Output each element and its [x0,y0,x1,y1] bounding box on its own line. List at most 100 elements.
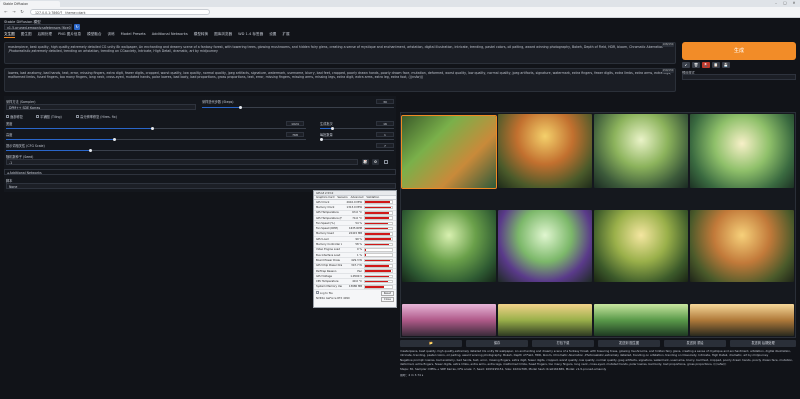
tab-item[interactable]: 模型融合 [87,32,101,38]
minimize-icon[interactable]: – [772,1,780,6]
prompt-input[interactable]: masterpiece, best quality, high quality,… [4,42,676,64]
batch-count-slider[interactable] [331,127,334,130]
monitor-tab[interactable]: Sensors [337,196,347,199]
generate-button[interactable]: 生成 [682,42,796,60]
sensor-value: 1.0500 V [350,274,362,278]
batch-size-input[interactable]: 1 [376,132,394,137]
info-negative: Negative prompt: lowres, bad anatomy, ba… [400,359,793,366]
sensor-value: 54 % [355,221,362,225]
monitor-close-button[interactable]: Close [380,297,394,303]
sensor-graph [364,269,393,273]
gallery-image[interactable] [594,210,688,282]
open-folder-button[interactable]: 📂 [400,340,462,347]
steps-slider[interactable] [239,106,242,109]
sensor-graph [364,285,393,289]
extra-networks-icon[interactable]: 🎴 [702,62,710,68]
gallery-image[interactable] [690,114,794,188]
address-bar[interactable]: 127.0.0.1:7860/?__theme=dark [30,9,210,15]
sensor-graph [364,210,393,215]
script-select[interactable]: None [6,183,396,189]
extra-seed-checkbox[interactable] [384,160,388,164]
tab-item[interactable]: 图库浏览器 [214,32,232,38]
gallery-image[interactable] [402,304,496,336]
maximize-icon[interactable]: □ [781,1,789,6]
cfg-slider[interactable] [89,149,92,152]
send-to-inpaint-button[interactable]: 发送到 重绘 [664,340,726,347]
negative-prompt-input[interactable]: lowres, bad anatomy, bad hands, text, er… [4,68,676,92]
log-to-file-label[interactable]: Log to file [320,292,333,295]
browser-tab[interactable]: Stable Diffusion [0,1,60,7]
negative-token-counter: 150/150 [662,69,674,73]
save-style-icon[interactable]: 💾 [722,62,730,68]
cfg-input[interactable]: 7 [376,143,394,148]
gallery-image[interactable] [594,304,688,336]
back-icon[interactable]: ← [3,9,9,15]
tab-item[interactable]: Additional Networks [152,32,188,38]
gallery-image[interactable] [690,210,794,282]
tab-item[interactable]: 图生图 [21,32,32,38]
sensor-graph-fill [365,280,388,283]
reuse-seed-icon[interactable]: ♻ [372,159,379,165]
gallery-image[interactable] [594,114,688,188]
tab-item[interactable]: 文生图 [4,32,15,38]
height-slider[interactable] [113,138,116,141]
batch-size-track [320,139,394,140]
sampler-select[interactable]: DPM++ SDE Karras [6,104,196,110]
batch-size-slider[interactable] [320,138,323,141]
gallery-image[interactable] [402,210,496,282]
refresh-icon[interactable]: ↻ [74,24,80,30]
sensor-graph [364,274,393,279]
hires-fix-checkbox[interactable]: 高分辨率修复 (Hires. fix) [76,114,117,119]
seed-input[interactable]: -1 [6,159,358,165]
sensor-graph [364,248,393,252]
zip-button[interactable]: 打包下载 [532,340,594,347]
card-select[interactable]: NVIDIA GeForce RTX 4090 [316,297,350,300]
additional-networks-accordion[interactable]: ◂ Additional Networks [4,169,396,175]
monitor-title: GPU-Z 2.53.0 [316,192,334,195]
read-params-icon[interactable]: ↙ [682,62,690,68]
monitor-tab[interactable]: Validation [366,196,379,199]
checkpoint-select[interactable]: v1-5-pruned-emaonly.safetensors [6ce0161… [4,24,72,30]
tab-item[interactable]: 模型转换 [194,32,208,38]
tab-item[interactable]: 后期处理 [38,32,52,38]
grid-preview-image[interactable] [401,115,497,189]
height-input[interactable]: 768 [286,132,304,137]
width-input[interactable]: 1024 [286,121,304,126]
reload-icon[interactable]: ↻ [19,9,25,15]
sensor-name: Board Power Draw [316,258,340,262]
tab-item[interactable]: 扩展 [282,32,289,38]
tab-item[interactable]: 设置 [269,32,276,38]
gallery-image[interactable] [498,114,592,188]
styles-select[interactable] [682,74,796,80]
gallery-image[interactable] [498,210,592,282]
tiling-checkbox[interactable]: 平铺图 (Tiling) [36,114,62,119]
reset-button[interactable]: Reset [380,291,394,297]
width-slider[interactable] [151,127,154,130]
restore-faces-checkbox[interactable]: 面部修复 [6,114,23,119]
tab-item[interactable]: PNG 图片信息 [58,32,81,38]
close-icon[interactable]: ✕ [790,1,798,6]
tab-item[interactable]: Model Presets [121,32,146,38]
sensor-graph [364,205,393,210]
tab-item[interactable]: WD 1.4 标签器 [238,32,263,38]
sensor-value: 63.0 °C [352,211,362,215]
gallery-image[interactable] [690,304,794,336]
sensor-value: 1635 RPM [348,227,362,231]
steps-label: 采样迭代步数 (Steps) [202,100,234,104]
send-to-img2img-button[interactable]: 发送到 图生图 [598,340,660,347]
monitor-tab[interactable]: Advanced [351,196,364,199]
monitor-tab[interactable]: Graphics Card [316,196,334,199]
trash-icon[interactable]: 🗑 [692,62,700,68]
batch-count-input[interactable]: 16 [376,121,394,126]
gallery-image[interactable] [498,304,592,336]
tab-item[interactable]: 训练 [107,32,114,38]
forward-icon[interactable]: → [11,9,17,15]
apply-style-icon[interactable]: 📋 [712,62,720,68]
save-button[interactable]: 保存 [466,340,528,347]
random-seed-icon[interactable]: 🎲 [362,159,369,165]
steps-input[interactable]: 30 [376,99,394,104]
send-to-extras-button[interactable]: 发送到 后期处理 [730,340,796,347]
gpu-monitor-window: GPU-Z 2.53.0 Graphics Card Sensors Advance… [313,190,397,308]
sensor-graph-fill [365,222,388,225]
sensor-graph [364,253,393,257]
